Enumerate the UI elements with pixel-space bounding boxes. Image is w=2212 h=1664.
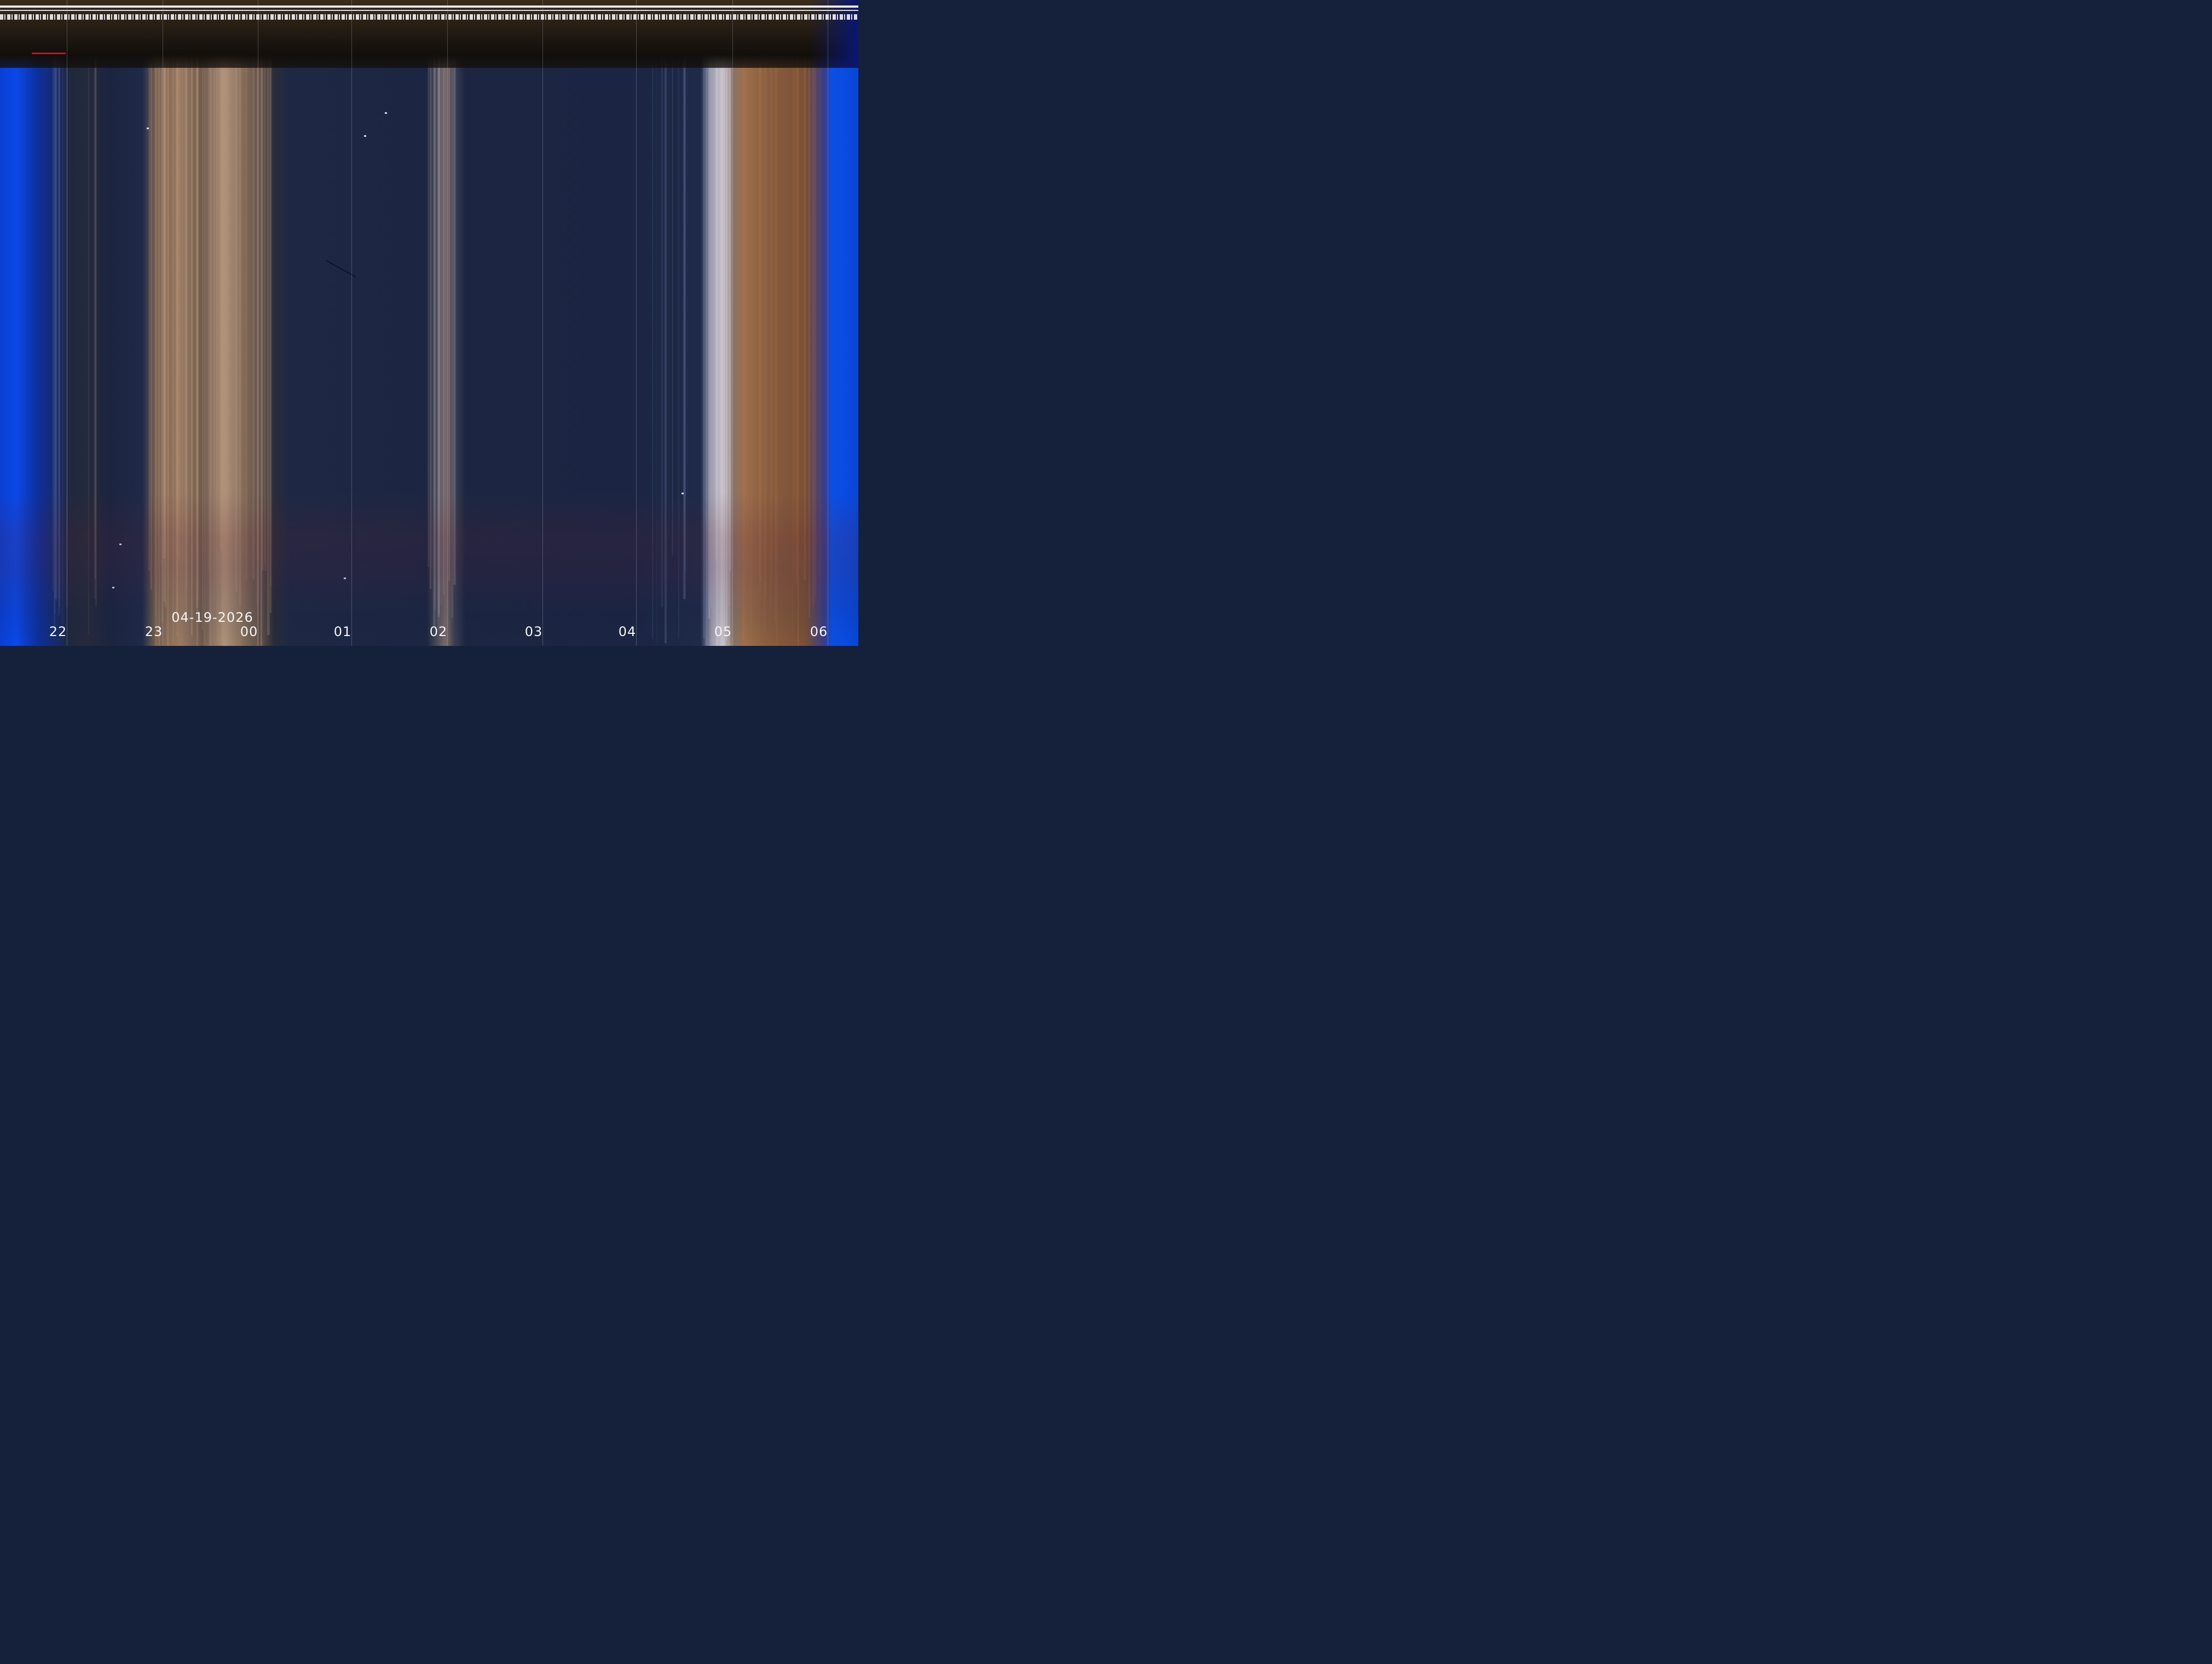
hour-gridline (636, 0, 637, 646)
hour-tick-label: 04 (618, 624, 637, 639)
hour-tick-label: 06 (810, 624, 828, 639)
horizon-glow (0, 0, 858, 646)
hour-tick-label: 03 (524, 624, 543, 639)
hour-tick-label: 00 (240, 624, 258, 639)
hour-tick-label: 05 (714, 624, 732, 639)
hour-gridline (351, 0, 352, 646)
top-border-line (0, 5, 858, 8)
timestamp-code-strip (0, 14, 858, 20)
hour-tick-label: 22 (49, 624, 67, 639)
hour-gridline (732, 0, 733, 646)
hour-tick-label: 02 (429, 624, 448, 639)
hour-tick-label: 23 (145, 624, 163, 639)
red-marker (32, 53, 66, 54)
hour-gridline (447, 0, 448, 646)
date-label: 04-19-2026 (171, 610, 253, 625)
hour-tick-label: 01 (333, 624, 352, 639)
top-border-line-secondary (0, 10, 858, 11)
hour-gridline (542, 0, 543, 646)
